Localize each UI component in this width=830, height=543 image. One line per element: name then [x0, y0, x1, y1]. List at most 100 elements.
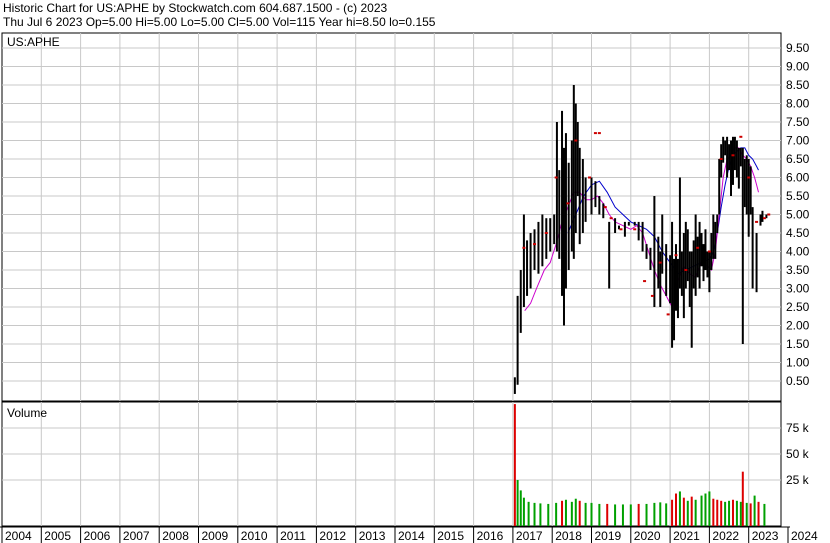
close-mark	[666, 313, 670, 316]
price-tick-label: 1.00	[786, 356, 810, 370]
volume-bar	[753, 495, 756, 526]
close-mark	[739, 135, 743, 138]
volume-bar	[735, 500, 738, 526]
volume-bar	[686, 500, 689, 526]
volume-bar	[539, 503, 542, 526]
volume-bar	[555, 502, 558, 526]
volume-panel	[1, 401, 782, 527]
volume-bar	[590, 502, 593, 526]
close-mark	[719, 158, 723, 160]
year-tick-label: 2010	[241, 529, 268, 543]
price-tick-label: 0.50	[786, 374, 810, 388]
close-mark	[533, 243, 537, 246]
volume-bar	[745, 502, 748, 526]
close-mark	[684, 269, 688, 271]
volume-bar	[694, 499, 697, 526]
price-panel-title: US:APHE	[7, 35, 60, 49]
price-tick-label: 8.50	[786, 78, 810, 92]
volume-bar	[645, 503, 648, 526]
volume-bar	[757, 501, 760, 526]
price-tick-label: 4.00	[786, 245, 810, 259]
volume-bar	[513, 404, 516, 526]
year-tick-label: 2022	[712, 529, 739, 543]
volume-bar	[678, 491, 681, 526]
price-tick-label: 6.00	[786, 171, 810, 185]
price-tick-label: 7.00	[786, 134, 810, 148]
year-tick-label: 2023	[752, 529, 779, 543]
close-mark	[747, 176, 751, 179]
volume-bar	[704, 493, 707, 526]
year-axis: 2004 2005 2006 2007 2008 2009 2010 2011 2012 2013…	[0, 526, 818, 543]
close-mark	[674, 254, 678, 257]
volume-bar	[533, 502, 536, 526]
volume-tick-label: 75 k	[786, 421, 810, 435]
year-tick-label: 2009	[202, 529, 229, 543]
volume-bar	[574, 498, 577, 526]
close-mark	[619, 228, 623, 231]
price-tick-label: 7.50	[786, 115, 810, 129]
close-mark	[566, 202, 570, 205]
year-tick-label: 2020	[634, 529, 661, 543]
price-tick-label: 1.50	[786, 337, 810, 351]
price-tick-label: 2.00	[786, 319, 810, 333]
price-tick-label: 2.50	[786, 300, 810, 314]
price-tick-label: 9.50	[786, 41, 810, 55]
volume-bar	[763, 503, 766, 526]
volume-bar	[690, 496, 693, 526]
close-mark	[658, 261, 662, 264]
volume-bar	[749, 503, 752, 526]
year-tick-label: 2008	[162, 529, 189, 543]
year-tick-label: 2007	[123, 529, 150, 543]
year-tick-label: 2014	[398, 529, 425, 543]
volume-bar	[570, 501, 573, 526]
close-mark	[554, 176, 558, 179]
price-tick-label: 6.50	[786, 152, 810, 166]
volume-bar	[712, 498, 715, 526]
close-mark	[633, 228, 637, 231]
price-tick-label: 3.50	[786, 263, 810, 277]
volume-bar	[731, 499, 734, 526]
year-tick-label: 2021	[673, 529, 700, 543]
price-tick-label: 4.50	[786, 226, 810, 240]
volume-bar	[578, 500, 581, 526]
price-tick-label: 3.00	[786, 282, 810, 296]
close-mark	[603, 206, 607, 209]
volume-bar	[629, 504, 632, 526]
price-tick-label: 8.00	[786, 97, 810, 111]
price-panel	[1, 32, 782, 402]
year-tick-label: 2016	[477, 529, 504, 543]
volume-bar	[724, 501, 727, 526]
close-mark	[650, 294, 654, 297]
year-tick-label: 2024	[791, 529, 818, 543]
close-mark	[643, 280, 647, 283]
close-mark	[696, 246, 700, 249]
volume-bar	[728, 500, 731, 526]
close-mark	[574, 139, 578, 142]
year-tick-label: 2017	[516, 529, 543, 543]
volume-bar	[716, 499, 719, 526]
price-axis-ticks: 9.50 9.00 8.50 8.00 7.50 7.00 6.50 6.00 5.50 5.00…	[786, 41, 810, 388]
volume-bar	[519, 490, 522, 526]
close-mark	[588, 176, 592, 179]
volume-bar	[720, 500, 723, 526]
volume-bar	[637, 503, 640, 526]
volume-bar	[674, 493, 677, 526]
volume-bar	[516, 480, 519, 526]
volume-bar	[614, 504, 617, 526]
close-mark	[762, 217, 766, 220]
volume-bar	[665, 503, 668, 526]
volume-axis-ticks: 75 k 50 k 25 k	[786, 421, 810, 487]
volume-bar	[741, 471, 744, 526]
price-tick-label: 9.00	[786, 60, 810, 74]
close-mark	[767, 213, 771, 216]
volume-bar	[621, 504, 624, 526]
close-mark	[755, 220, 759, 223]
close-mark	[597, 132, 601, 135]
volume-bar	[700, 495, 703, 526]
volume-bar	[598, 503, 601, 526]
year-tick-label: 2005	[44, 529, 71, 543]
stock-chart: 9.50 9.00 8.50 8.00 7.50 7.00 6.50 6.00 5.50 5.00…	[0, 32, 818, 543]
volume-bar	[564, 499, 567, 526]
volume-bar	[522, 497, 525, 526]
price-tick-label: 5.50	[786, 189, 810, 203]
